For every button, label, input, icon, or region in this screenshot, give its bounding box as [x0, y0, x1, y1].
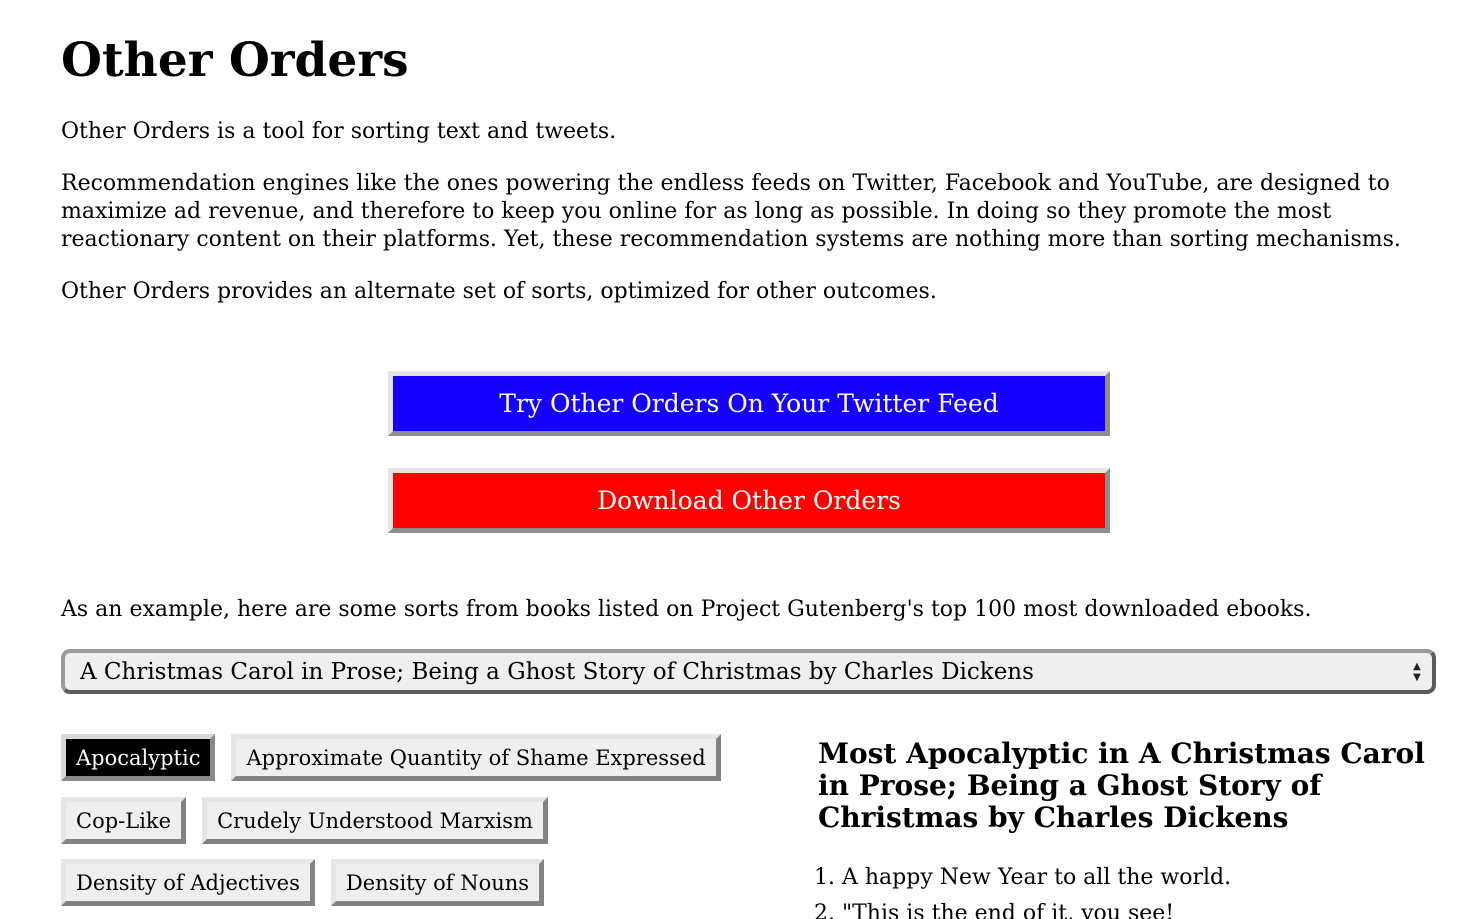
page: Other Orders Other Orders is a tool for … [0, 0, 1471, 919]
download-button[interactable]: Download Other Orders [388, 468, 1110, 533]
intro-paragraph-3: Other Orders provides an alternate set o… [61, 279, 937, 304]
sort-cop-like-button[interactable]: Cop-Like [61, 797, 187, 844]
intro-paragraph-2: Recommendation engines like the ones pow… [61, 171, 1401, 252]
book-select-value: A Christmas Carol in Prose; Being a Ghos… [80, 658, 1034, 685]
try-twitter-feed-button[interactable]: Try Other Orders On Your Twitter Feed [388, 371, 1110, 436]
book-select[interactable]: A Christmas Carol in Prose; Being a Ghos… [61, 649, 1436, 694]
intro-paragraph-1: Other Orders is a tool for sorting text … [61, 119, 617, 144]
page-title: Other Orders [61, 33, 409, 88]
list-item: "This is the end of it, you see! [842, 896, 1460, 919]
try-twitter-feed-label: Try Other Orders On Your Twitter Feed [499, 389, 999, 418]
results-title: Most Apocalyptic in A Christmas Carol in… [818, 737, 1425, 834]
sort-row: Density of Adjectives Density of Nouns [61, 859, 545, 906]
sort-nouns-button[interactable]: Density of Nouns [330, 859, 545, 906]
sort-adjectives-button[interactable]: Density of Adjectives [61, 859, 315, 906]
sort-row: Apocalyptic Approximate Quantity of Sham… [61, 734, 721, 781]
results-list: A happy New Year to all the world. "This… [818, 860, 1460, 919]
list-item: A happy New Year to all the world. [842, 860, 1460, 896]
sort-marxism-button[interactable]: Crudely Understood Marxism [202, 797, 548, 844]
sort-apocalyptic-button[interactable]: Apocalyptic [61, 734, 216, 781]
example-description: As an example, here are some sorts from … [61, 597, 1312, 622]
sort-shame-button[interactable]: Approximate Quantity of Shame Expressed [231, 734, 721, 781]
sort-row: Cop-Like Crudely Understood Marxism [61, 797, 548, 844]
download-label: Download Other Orders [597, 486, 901, 515]
select-updown-icon: ▲ ▼ [1413, 661, 1421, 683]
